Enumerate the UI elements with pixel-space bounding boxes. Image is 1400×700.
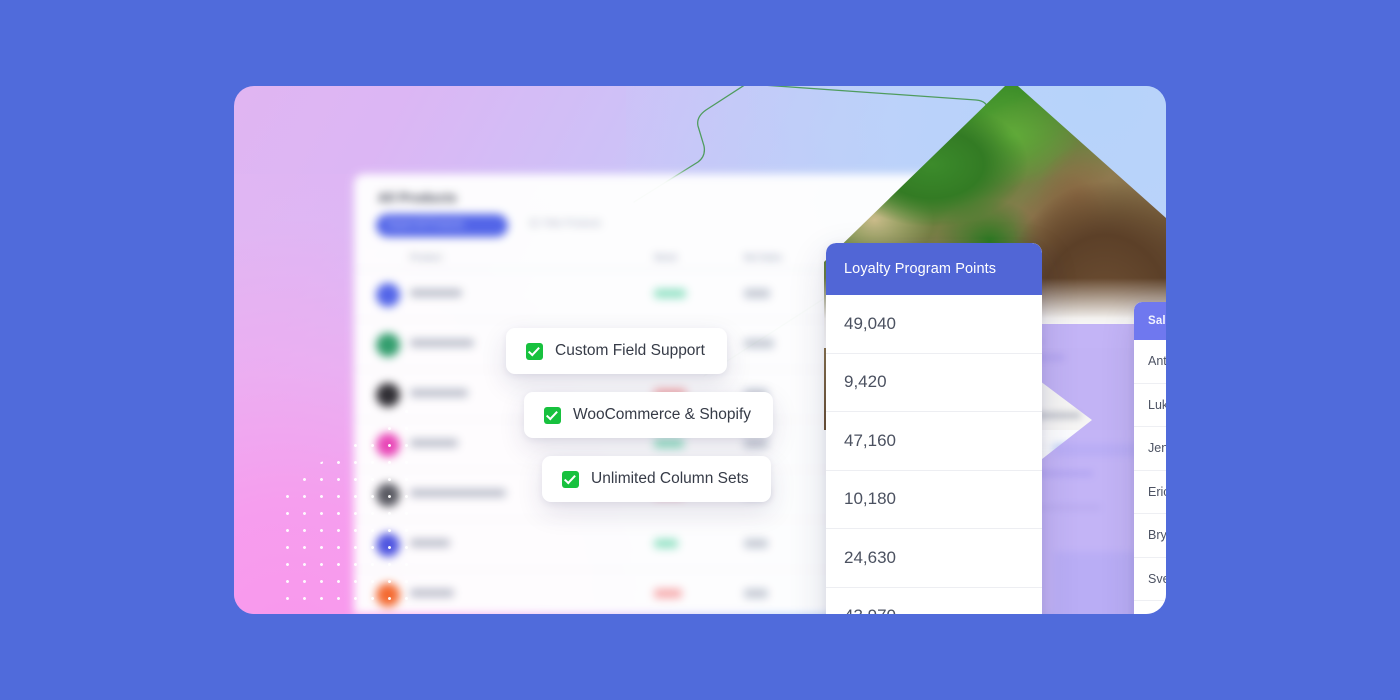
loyalty-program-points-panel: Loyalty Program Points 49,040 9,420 47,1… [826,243,1042,614]
column-header-stock: Stock [654,252,678,262]
loyalty-panel-header: Loyalty Program Points [826,243,1042,295]
agent-name: Bryce C. [1148,528,1166,543]
row-stock [654,539,678,548]
checkbox-checked-icon [562,470,579,488]
column-header-product: Product [410,252,443,262]
row-name [410,289,462,297]
avatar [376,533,400,557]
agent-name: Eric R. [1148,484,1166,499]
sales-agent-panel: Sales Agent Anthony G. Luke E. Jenny B. … [1134,302,1166,614]
avatar [376,583,400,607]
row-net-sales [744,439,768,448]
sales-agent-panel-title: Sales Agent [1148,315,1166,327]
loyalty-value: 24,630 [844,547,896,567]
row-name [410,489,506,497]
dashboard-title: All Products [378,190,457,205]
agent-row[interactable]: Bryce C. [1134,514,1166,558]
loyalty-value: 10,180 [844,489,896,509]
sales-agent-panel-header: Sales Agent [1134,302,1166,340]
agent-row[interactable]: Sven R. [1134,558,1166,601]
hero-card: All Products Export All Products Filter … [234,86,1166,614]
checkbox-checked-icon [526,342,543,360]
checkbox-checked-icon [544,406,561,424]
avatar [376,433,400,457]
agent-row[interactable]: Eric R. [1134,471,1166,514]
feature-chip-label: WooCommerce & Shopify [573,406,752,423]
agent-name: Anthony G. [1148,354,1166,369]
loyalty-row[interactable]: 24,630 [826,529,1042,588]
agent-row[interactable]: Luke E. [1134,384,1166,427]
row-name [410,339,474,347]
avatar [376,483,400,507]
loyalty-value: 43,970 [844,606,896,614]
avatar [376,333,400,357]
agent-row[interactable]: Justina N. [1134,601,1166,614]
loyalty-row[interactable]: 49,040 [826,295,1042,354]
row-net-sales [744,339,774,348]
agent-row[interactable]: Jenny B. [1134,427,1166,471]
search-icon [530,219,538,227]
row-name [410,389,468,397]
export-products-label: Export All Products [388,219,465,229]
loyalty-row[interactable]: 47,160 [826,412,1042,471]
row-stock [654,439,684,448]
row-net-sales [744,289,770,298]
row-net-sales [744,589,768,598]
filter-products-search[interactable]: Filter Products [530,218,601,228]
avatar [376,383,400,407]
row-net-sales [744,539,768,548]
row-name [410,539,450,547]
loyalty-value: 47,160 [844,430,896,450]
loyalty-row[interactable]: 10,180 [826,471,1042,529]
loyalty-value: 9,420 [844,372,887,392]
row-stock [654,289,686,298]
feature-chip-custom-field-support[interactable]: Custom Field Support [506,328,727,374]
agent-row[interactable]: Anthony G. [1134,340,1166,384]
loyalty-panel-title: Loyalty Program Points [844,261,997,277]
agent-name: Sven R. [1148,571,1166,586]
agent-name: Luke E. [1148,397,1166,412]
row-stock [654,589,682,598]
feature-chip-label: Unlimited Column Sets [591,470,749,487]
loyalty-row[interactable]: 9,420 [826,354,1042,412]
row-name [410,589,454,597]
loyalty-row[interactable]: 43,970 [826,588,1042,614]
loyalty-value: 49,040 [844,313,896,333]
agent-name: Jenny B. [1148,441,1166,456]
export-products-button[interactable]: Export All Products [376,214,508,237]
feature-chip-woocommerce-shopify[interactable]: WooCommerce & Shopify [524,392,774,438]
search-placeholder: Filter Products [543,218,602,228]
feature-chip-unlimited-column-sets[interactable]: Unlimited Column Sets [542,456,771,502]
avatar [376,283,400,307]
column-header-net-sales: Net Sales [744,252,783,262]
feature-chip-label: Custom Field Support [555,342,705,359]
row-name [410,439,458,447]
